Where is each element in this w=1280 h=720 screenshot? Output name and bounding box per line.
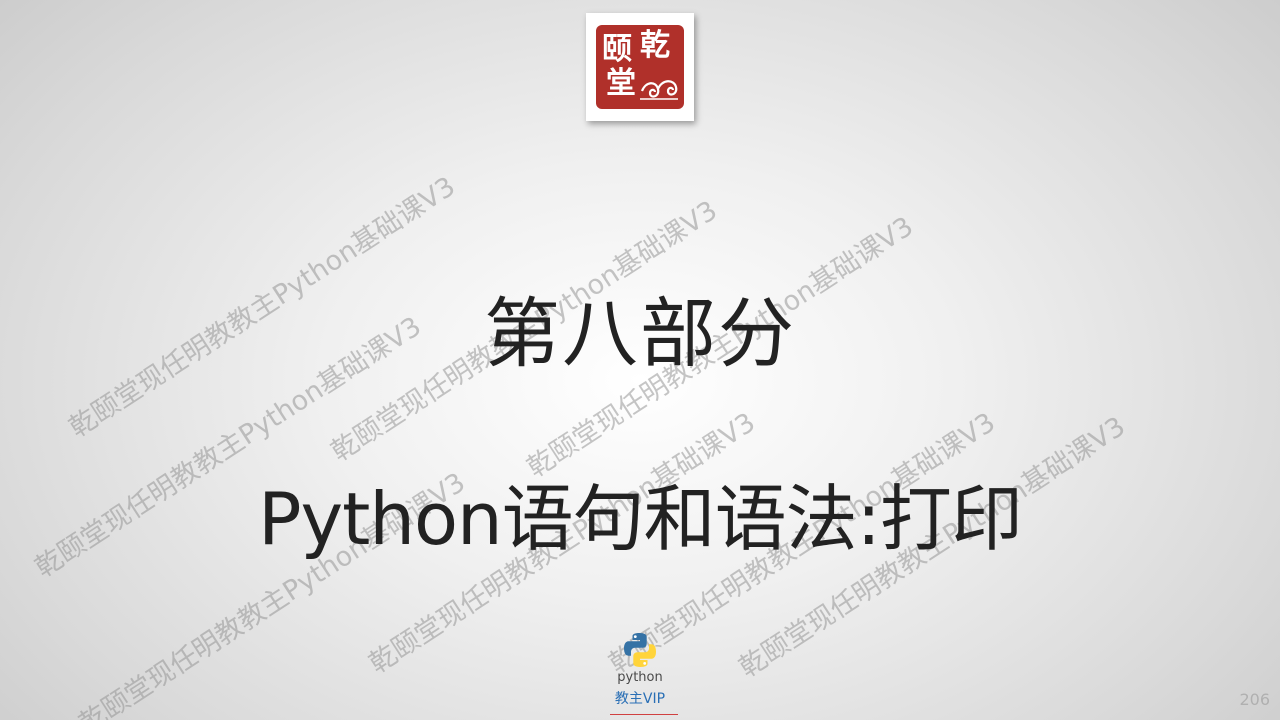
seal-char: 乾 xyxy=(640,28,670,63)
section-subtitle: Python语句和语法:打印 xyxy=(258,477,1023,561)
seal-icon: 乾 颐 堂 xyxy=(596,25,684,109)
seal-char: 颐 xyxy=(602,32,632,67)
vip-label: 教主VIP xyxy=(614,691,666,707)
seal-char: 堂 xyxy=(606,66,636,101)
python-logo-icon xyxy=(624,633,656,667)
section-title: 第八部分 xyxy=(484,289,796,378)
python-vip-badge: python 教主VIP xyxy=(600,630,680,718)
logo: 乾 颐 堂 xyxy=(586,13,694,121)
page-number: 206 xyxy=(1239,690,1270,709)
vip-underline xyxy=(610,714,678,715)
slide: 乾颐堂现任明教教主Python基础课V3 乾颐堂现任明教教主Python基础课V… xyxy=(0,0,1280,720)
cloud-swirl-icon xyxy=(640,80,678,100)
python-word: python xyxy=(617,670,663,685)
